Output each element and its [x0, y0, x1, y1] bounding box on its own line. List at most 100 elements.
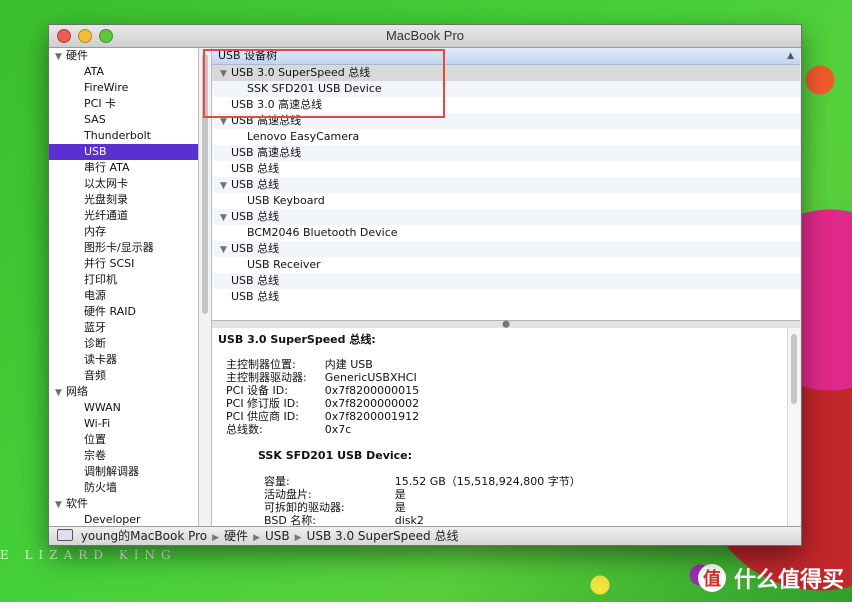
usb-device-tree: USB 设备树 ▲ ▼ USB 3.0 SuperSpeed 总线 SSK SFD2… — [212, 48, 800, 320]
property-key: BSD 名称: — [264, 514, 317, 526]
disclosure-triangle-icon[interactable]: ▼ — [55, 497, 66, 513]
sidebar-item[interactable]: 蓝牙 — [49, 320, 198, 336]
tree-row[interactable]: ▼ USB 总线 — [212, 177, 800, 193]
sidebar-item[interactable]: USB — [49, 144, 198, 160]
sidebar-group[interactable]: ▼ 网络 — [49, 384, 198, 400]
sidebar-item[interactable]: Wi-Fi — [49, 416, 198, 432]
property-value: 15.52 GB（15,518,924,800 字节） — [394, 475, 581, 488]
tree-row[interactable]: Lenovo EasyCamera — [212, 129, 800, 145]
close-button[interactable] — [57, 29, 71, 43]
minimize-button[interactable] — [78, 29, 92, 43]
path-segment[interactable]: USB — [265, 529, 290, 543]
path-segment[interactable]: young的MacBook Pro — [81, 529, 207, 543]
sidebar-item[interactable]: 硬件 RAID — [49, 304, 198, 320]
path-bar: young的MacBook Pro ▶ 硬件 ▶ USB ▶ USB 3.0 SuperSp… — [49, 526, 801, 545]
sidebar-group-label: 软件 — [66, 497, 88, 510]
tree-row[interactable]: USB 总线 — [212, 161, 800, 177]
sort-ascending-icon: ▲ — [787, 51, 794, 61]
tree-header-label: USB 设备树 — [218, 49, 278, 62]
sidebar-item[interactable]: 电源 — [49, 288, 198, 304]
tree-column-header[interactable]: USB 设备树 ▲ — [212, 48, 800, 65]
sidebar-item[interactable]: 图形卡/显示器 — [49, 240, 198, 256]
tree-row[interactable]: USB Keyboard — [212, 193, 800, 209]
sidebar-group[interactable]: ▼ 硬件 — [49, 48, 198, 64]
path-separator-icon: ▶ — [253, 533, 260, 543]
sidebar-item[interactable]: FireWire — [49, 80, 198, 96]
sidebar-item[interactable]: 并行 SCSI — [49, 256, 198, 272]
tree-row-label: USB Receiver — [247, 258, 321, 271]
tree-row[interactable]: USB 3.0 高速总线 — [212, 97, 800, 113]
zoom-button[interactable] — [99, 29, 113, 43]
property-value: 是 — [394, 501, 406, 514]
system-information-window: MacBook Pro ▼ 硬件 ATA FireWire PCI 卡 SAS Thunde… — [48, 24, 802, 546]
watermark-right-text: 什么值得买 — [733, 568, 844, 593]
device-title: SSK SFD201 USB Device: — [258, 449, 413, 462]
watermark-left-text: E LIZARD KING — [0, 548, 177, 562]
tree-row[interactable]: USB 总线 — [212, 273, 800, 289]
detail-title: USB 3.0 SuperSpeed 总线: — [218, 333, 376, 346]
sidebar-item[interactable]: 位置 — [49, 432, 198, 448]
disclosure-triangle-icon[interactable]: ▼ — [220, 114, 231, 130]
sidebar-item[interactable]: PCI 卡 — [49, 96, 198, 112]
property-value: 0x7f8200001912 — [324, 410, 420, 423]
property-value: 0x7f8200000015 — [324, 384, 420, 397]
window-title: MacBook Pro — [385, 28, 465, 43]
tree-row-label: USB Keyboard — [247, 194, 325, 207]
window-controls — [57, 29, 113, 43]
sidebar-item[interactable]: 宗卷 — [49, 448, 198, 464]
path-segment[interactable]: USB 3.0 SuperSpeed 总线 — [307, 529, 459, 543]
disclosure-triangle-icon[interactable]: ▼ — [220, 210, 231, 226]
tree-row-label: USB 总线 — [231, 178, 280, 191]
property-key: PCI 设备 ID: — [226, 384, 288, 397]
path-segment[interactable]: 硬件 — [224, 529, 248, 543]
titlebar[interactable]: MacBook Pro — [49, 25, 801, 48]
detail-scroll-thumb[interactable] — [791, 334, 797, 404]
tree-row[interactable]: BCM2046 Bluetooth Device — [212, 225, 800, 241]
tree-row[interactable]: ▼ USB 3.0 SuperSpeed 总线 — [212, 65, 800, 81]
tree-row[interactable]: USB 高速总线 — [212, 145, 800, 161]
property-value: 0x7f8200000002 — [324, 397, 420, 410]
property-key: 主控制器驱动器: — [226, 371, 307, 384]
property-key: 总线数: — [226, 423, 263, 436]
tree-row-label: USB 总线 — [231, 162, 280, 175]
disclosure-triangle-icon[interactable]: ▼ — [55, 385, 66, 401]
tree-row-label: USB 3.0 高速总线 — [231, 98, 323, 111]
tree-row-label: BCM2046 Bluetooth Device — [247, 226, 398, 239]
sidebar-item[interactable]: 读卡器 — [49, 352, 198, 368]
sidebar-item[interactable]: 内存 — [49, 224, 198, 240]
disclosure-triangle-icon[interactable]: ▼ — [220, 242, 231, 258]
sidebar-item[interactable]: 串行 ATA — [49, 160, 198, 176]
sidebar-item[interactable]: Developer — [49, 512, 198, 526]
tree-row[interactable]: USB 总线 — [212, 289, 800, 305]
tree-row[interactable]: ▼ USB 高速总线 — [212, 113, 800, 129]
sidebar-item[interactable]: 调制解调器 — [49, 464, 198, 480]
sidebar-item[interactable]: 光盘刻录 — [49, 192, 198, 208]
disclosure-triangle-icon[interactable]: ▼ — [220, 66, 231, 82]
sidebar-item[interactable]: WWAN — [49, 400, 198, 416]
sidebar-item[interactable]: 防火墙 — [49, 480, 198, 496]
sidebar-item[interactable]: Thunderbolt — [49, 128, 198, 144]
property-value: GenericUSBXHCI — [324, 371, 417, 384]
sidebar-group[interactable]: ▼ 软件 — [49, 496, 198, 512]
property-key: PCI 供应商 ID: — [226, 410, 299, 423]
sidebar-scrollbar[interactable] — [199, 48, 212, 526]
sidebar-item[interactable]: 诊断 — [49, 336, 198, 352]
tree-row[interactable]: ▼ USB 总线 — [212, 241, 800, 257]
sidebar-item[interactable]: SAS — [49, 112, 198, 128]
disclosure-triangle-icon[interactable]: ▼ — [220, 178, 231, 194]
disclosure-triangle-icon[interactable]: ▼ — [55, 49, 66, 65]
property-value: 0x7c — [324, 423, 352, 436]
sidebar-item[interactable]: 光纤通道 — [49, 208, 198, 224]
tree-row[interactable]: USB Receiver — [212, 257, 800, 273]
tree-row[interactable]: ▼ USB 总线 — [212, 209, 800, 225]
computer-icon — [57, 529, 73, 541]
detail-pane: USB 3.0 SuperSpeed 总线: 主控制器位置: 内建 USB 主控制器… — [212, 328, 800, 526]
property-key: 可拆卸的驱动器: — [264, 501, 345, 514]
tree-row[interactable]: SSK SFD201 USB Device — [212, 81, 800, 97]
detail-scrollbar[interactable] — [787, 328, 800, 526]
sidebar-scroll-thumb[interactable] — [202, 54, 208, 314]
sidebar-item[interactable]: 音频 — [49, 368, 198, 384]
sidebar-item[interactable]: ATA — [49, 64, 198, 80]
sidebar-item[interactable]: 打印机 — [49, 272, 198, 288]
sidebar-item[interactable]: 以太网卡 — [49, 176, 198, 192]
